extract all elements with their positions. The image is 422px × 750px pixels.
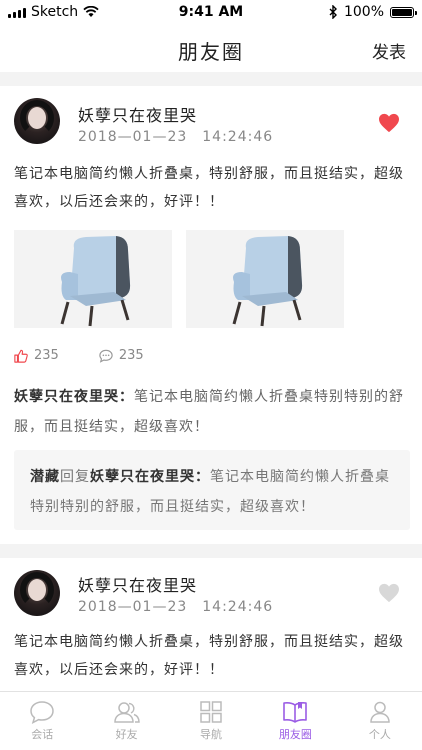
post-card: 妖孽只在夜里哭 2018—01—23 14:24:46 笔记本电脑简约懒人折叠桌… xyxy=(0,558,422,692)
friends-icon xyxy=(113,702,140,723)
post-content: 笔记本电脑简约懒人折叠桌，特别舒服，而且挺结实，超级喜欢，以后还会来的，好评！！ xyxy=(14,634,404,678)
tab-navigation[interactable]: 导航 xyxy=(169,692,253,750)
comment-author[interactable]: 妖孽只在夜里哭： xyxy=(14,389,134,405)
book-icon xyxy=(283,702,308,723)
reply-verb: 回复 xyxy=(60,469,90,485)
divider xyxy=(0,544,422,558)
tab-chat[interactable]: 会话 xyxy=(0,692,84,750)
post-time: 2018—01—23 14:24:46 xyxy=(78,599,274,615)
post-stats: 235 235 xyxy=(14,348,184,363)
avatar[interactable] xyxy=(14,570,60,616)
bluetooth-icon xyxy=(329,5,337,19)
tab-friends[interactable]: 好友 xyxy=(84,692,168,750)
reply[interactable]: 潜藏回复妖孽只在夜里哭：笔记本电脑简约懒人折叠桌特别特别的舒服，而且挺结实，超级… xyxy=(30,462,396,522)
status-bar: Sketch 9:41 AM 100% xyxy=(0,0,422,24)
tab-label: 朋友圈 xyxy=(278,728,312,741)
post-author[interactable]: 妖孽只在夜里哭 xyxy=(78,102,197,126)
page-title: 朋友圈 xyxy=(178,40,244,64)
battery-fill xyxy=(392,8,412,16)
heart-icon[interactable] xyxy=(378,583,400,603)
status-right: 100% xyxy=(329,4,417,20)
tab-label: 好友 xyxy=(115,728,138,741)
comment[interactable]: 妖孽只在夜里哭：笔记本电脑简约懒人折叠桌特别特别的舒服，而且挺结实，超级喜欢！ xyxy=(14,382,410,442)
publish-button[interactable]: 发表 xyxy=(372,38,406,63)
post-time: 2018—01—23 14:24:46 xyxy=(78,129,274,145)
tab-label: 导航 xyxy=(200,728,223,741)
comment-count: 235 xyxy=(118,348,144,363)
reply-to[interactable]: 妖孽只在夜里哭： xyxy=(90,469,210,485)
tab-moments[interactable]: 朋友圈 xyxy=(253,692,337,750)
battery-icon xyxy=(390,6,417,18)
reply-box: 潜藏回复妖孽只在夜里哭：笔记本电脑简约懒人折叠桌特别特别的舒服，而且挺结实，超级… xyxy=(14,450,410,530)
comment-icon xyxy=(99,349,113,363)
battery-percent: 100% xyxy=(343,4,384,20)
chair-image xyxy=(232,236,303,327)
tab-bar: 会话 好友 导航 朋友圈 个人 xyxy=(0,691,422,750)
nav-bar: 朋友圈 发表 xyxy=(0,24,422,72)
tab-label: 个人 xyxy=(368,728,391,741)
post-image[interactable] xyxy=(186,230,344,328)
post-content: 笔记本电脑简约懒人折叠桌，特别舒服，而且挺结实，超级喜欢，以后还会来的，好评！！ xyxy=(14,166,404,210)
avatar[interactable] xyxy=(14,98,60,144)
post-card: 妖孽只在夜里哭 2018—01—23 14:24:46 笔记本电脑简约懒人折叠桌… xyxy=(0,86,422,544)
tab-label: 会话 xyxy=(31,728,54,741)
thumbs-up-icon xyxy=(14,349,28,363)
chair-image xyxy=(60,236,131,327)
like-count-button[interactable]: 235 xyxy=(14,348,59,363)
grid-icon xyxy=(200,701,222,723)
heart-icon[interactable] xyxy=(378,113,400,133)
post-image[interactable] xyxy=(14,230,172,328)
divider xyxy=(0,72,422,86)
comment-count-button[interactable]: 235 xyxy=(99,348,144,363)
reply-from[interactable]: 潜藏 xyxy=(30,469,60,485)
post-author[interactable]: 妖孽只在夜里哭 xyxy=(78,572,197,596)
tab-profile[interactable]: 个人 xyxy=(338,692,422,750)
person-icon xyxy=(370,701,390,723)
like-count: 235 xyxy=(34,348,59,363)
chat-icon xyxy=(30,701,54,724)
